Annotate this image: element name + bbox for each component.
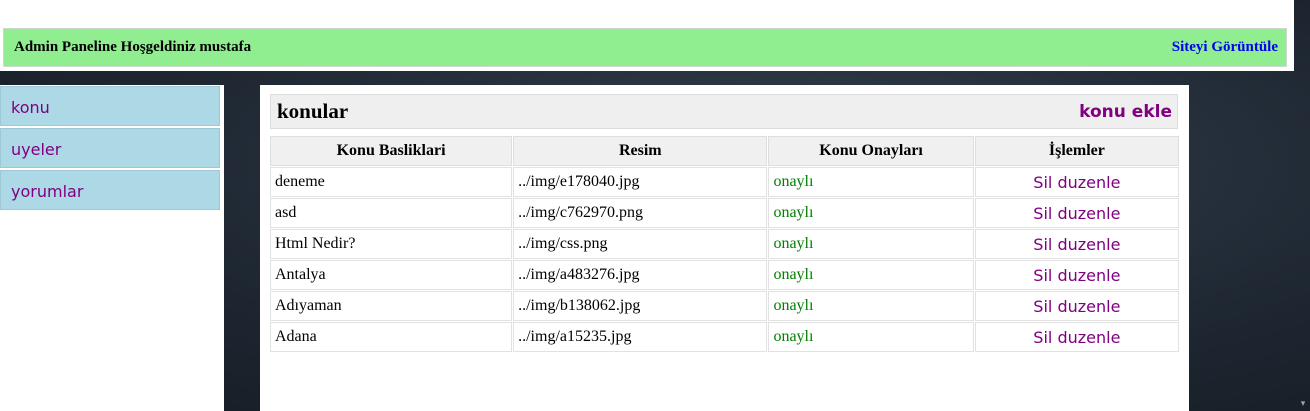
sidebar-item-yorumlar[interactable]: yorumlar xyxy=(0,170,220,210)
topic-status: onaylı xyxy=(768,229,974,259)
edit-link[interactable]: duzenle xyxy=(1057,173,1120,192)
table-row: Html Nedir? ../img/css.png onaylı Sil du… xyxy=(270,229,1179,259)
edit-link[interactable]: duzenle xyxy=(1057,204,1120,223)
welcome-message: Admin Paneline Hoşgeldiniz mustafa xyxy=(14,39,252,55)
topic-title: Html Nedir? xyxy=(270,229,513,259)
topic-actions: Sil duzenle xyxy=(974,291,1179,321)
table-row: Adıyaman ../img/b138062.jpg onaylı Sil d… xyxy=(270,291,1179,321)
column-header-status: Konu Onayları xyxy=(768,136,974,166)
table-header-row: Konu Basliklari Resim Konu Onayları İşle… xyxy=(270,136,1179,166)
column-header-actions: İşlemler xyxy=(974,136,1179,166)
add-topic-link[interactable]: konu ekle xyxy=(1079,102,1172,122)
table-row: Antalya ../img/a483276.jpg onaylı Sil du… xyxy=(270,260,1179,290)
table-row: Adana ../img/a15235.jpg onaylı Sil duzen… xyxy=(270,322,1179,352)
topic-status: onaylı xyxy=(768,322,974,352)
topic-status: onaylı xyxy=(768,260,974,290)
table-row: asd ../img/c762970.png onaylı Sil duzenl… xyxy=(270,198,1179,228)
view-site-link[interactable]: Siteyi Görüntüle xyxy=(1172,39,1278,56)
topic-actions: Sil duzenle xyxy=(974,229,1179,259)
topic-actions: Sil duzenle xyxy=(974,198,1179,228)
delete-link[interactable]: Sil xyxy=(1033,204,1052,223)
topic-title: Antalya xyxy=(270,260,513,290)
sidebar-item-konu[interactable]: konu xyxy=(0,86,220,126)
topic-image: ../img/a15235.jpg xyxy=(513,322,768,352)
topic-actions: Sil duzenle xyxy=(974,322,1179,352)
delete-link[interactable]: Sil xyxy=(1033,235,1052,254)
topic-title: Adıyaman xyxy=(270,291,513,321)
topic-status: onaylı xyxy=(768,291,974,321)
table-row: deneme ../img/e178040.jpg onaylı Sil duz… xyxy=(270,167,1179,197)
topic-title: asd xyxy=(270,198,513,228)
column-header-title: Konu Basliklari xyxy=(270,136,513,166)
topic-actions: Sil duzenle xyxy=(974,260,1179,290)
content-header: konular konu ekle xyxy=(270,94,1178,129)
edit-link[interactable]: duzenle xyxy=(1057,266,1120,285)
topic-image: ../img/e178040.jpg xyxy=(513,167,768,197)
edit-link[interactable]: duzenle xyxy=(1057,235,1120,254)
topic-title: Adana xyxy=(270,322,513,352)
page-title: konular xyxy=(277,99,349,123)
topic-image: ../img/b138062.jpg xyxy=(513,291,768,321)
delete-link[interactable]: Sil xyxy=(1033,266,1052,285)
sidebar: konu uyeler yorumlar xyxy=(0,85,224,411)
topic-status: onaylı xyxy=(768,198,974,228)
admin-header: Admin Paneline Hoşgeldiniz mustafa Sitey… xyxy=(3,28,1287,67)
topic-actions: Sil duzenle xyxy=(974,167,1179,197)
chevron-down-icon[interactable]: ▾ xyxy=(1298,399,1308,409)
topic-image: ../img/a483276.jpg xyxy=(513,260,768,290)
edit-link[interactable]: duzenle xyxy=(1057,328,1120,347)
delete-link[interactable]: Sil xyxy=(1033,328,1052,347)
main-content: konular konu ekle Konu Basliklari Resim … xyxy=(260,85,1189,411)
sidebar-item-uyeler[interactable]: uyeler xyxy=(0,128,220,168)
topic-image: ../img/css.png xyxy=(513,229,768,259)
edit-link[interactable]: duzenle xyxy=(1057,297,1120,316)
delete-link[interactable]: Sil xyxy=(1033,297,1052,316)
topic-title: deneme xyxy=(270,167,513,197)
topic-status: onaylı xyxy=(768,167,974,197)
topics-table: Konu Basliklari Resim Konu Onayları İşle… xyxy=(269,135,1180,353)
delete-link[interactable]: Sil xyxy=(1033,173,1052,192)
topic-image: ../img/c762970.png xyxy=(513,198,768,228)
column-header-image: Resim xyxy=(513,136,768,166)
